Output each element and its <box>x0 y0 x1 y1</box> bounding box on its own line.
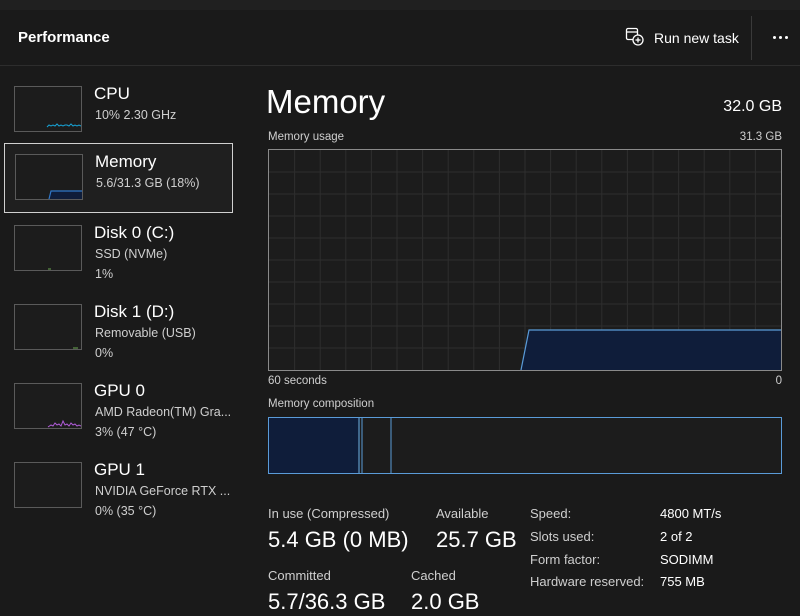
sidebar-item-detail: SSD (NVMe) <box>95 247 168 261</box>
memory-composition-label: Memory composition <box>268 398 375 410</box>
sidebar-item-detail: 5.6/31.3 GB (18%) <box>96 176 200 190</box>
in-use-label: In use (Compressed) <box>268 506 390 521</box>
speed-label: Speed: <box>530 506 572 521</box>
run-task-icon <box>624 26 644 51</box>
graph-axis-right-label: 0 <box>775 375 782 387</box>
run-new-task-label: Run new task <box>654 30 739 46</box>
memory-usage-graph <box>268 149 782 371</box>
sidebar-item-disk-1[interactable]: Disk 1 (D:) Removable (USB) 0% <box>4 294 233 364</box>
disk-1-thumbnail-graph <box>14 304 82 350</box>
sidebar-item-disk-0[interactable]: Disk 0 (C:) SSD (NVMe) 1% <box>4 215 233 285</box>
sidebar-item-label: CPU <box>94 84 130 103</box>
sidebar-item-detail: 10% 2.30 GHz <box>95 108 177 122</box>
in-use-value: 5.4 GB (0 MB) <box>268 527 409 552</box>
memory-usage-max: 31.3 GB <box>739 131 782 143</box>
memory-details-panel: Memory 32.0 GB Memory usage 31.3 GB 60 s… <box>244 67 800 616</box>
sidebar-item-usage: 0% <box>95 346 114 360</box>
more-dot-icon <box>778 35 782 39</box>
sidebar-item-gpu-1[interactable]: GPU 1 NVIDIA GeForce RTX ... 0% (35 °C) <box>4 452 233 522</box>
available-label: Available <box>436 506 489 521</box>
cached-label: Cached <box>411 568 456 583</box>
hardware-reserved-value: 755 MB <box>660 574 705 589</box>
speed-value: 4800 MT/s <box>660 506 722 521</box>
header-bar: Performance Run new task <box>0 10 800 66</box>
gpu-0-thumbnail-graph <box>14 383 82 429</box>
gpu-1-thumbnail-graph <box>14 462 82 508</box>
slots-used-label: Slots used: <box>530 529 595 544</box>
sidebar-item-detail: NVIDIA GeForce RTX ... <box>95 484 231 498</box>
graph-axis-left-label: 60 seconds <box>268 375 327 387</box>
sidebar-item-label: Memory <box>95 152 157 171</box>
header-divider <box>751 16 752 60</box>
sidebar-item-label: GPU 1 <box>94 460 146 479</box>
sidebar-item-detail: AMD Radeon(TM) Gra... <box>95 405 232 419</box>
sidebar-item-detail: Removable (USB) <box>95 326 196 340</box>
sidebar-item-memory[interactable]: Memory 5.6/31.3 GB (18%) <box>4 143 233 213</box>
disk-0-thumbnail-graph <box>14 225 82 271</box>
sidebar-item-usage: 3% (47 °C) <box>95 425 157 439</box>
sidebar-item-label: GPU 0 <box>94 381 146 400</box>
sidebar-item-label: Disk 1 (D:) <box>94 302 175 321</box>
available-value: 25.7 GB <box>436 527 517 552</box>
slots-used-value: 2 of 2 <box>660 529 693 544</box>
committed-value: 5.7/36.3 GB <box>268 589 386 614</box>
more-dot-icon <box>772 35 776 39</box>
sidebar: CPU 10% 2.30 GHz Memory 5.6/31.3 GB (18%… <box>0 67 244 616</box>
hardware-reserved-label: Hardware reserved: <box>530 574 645 589</box>
more-dot-icon <box>784 35 788 39</box>
sidebar-item-gpu-0[interactable]: GPU 0 AMD Radeon(TM) Gra... 3% (47 °C) <box>4 373 233 443</box>
window-top-strip <box>0 0 800 10</box>
sidebar-item-usage: 1% <box>95 267 114 281</box>
form-factor-label: Form factor: <box>530 552 601 567</box>
panel-title: Memory <box>266 83 386 120</box>
run-new-task-button[interactable]: Run new task <box>624 24 739 52</box>
total-memory-value: 32.0 GB <box>723 98 782 115</box>
sidebar-item-cpu[interactable]: CPU 10% 2.30 GHz <box>4 76 233 146</box>
more-options-button[interactable] <box>768 27 792 47</box>
cpu-thumbnail-graph <box>14 86 82 132</box>
sidebar-item-label: Disk 0 (C:) <box>94 223 175 242</box>
memory-usage-label: Memory usage <box>268 131 345 143</box>
memory-composition-bar <box>268 417 782 474</box>
cached-value: 2.0 GB <box>411 589 480 614</box>
memory-thumbnail-graph <box>15 154 83 200</box>
committed-label: Committed <box>268 568 331 583</box>
page-title: Performance <box>18 29 110 46</box>
sidebar-item-usage: 0% (35 °C) <box>95 504 157 518</box>
form-factor-value: SODIMM <box>660 552 714 567</box>
